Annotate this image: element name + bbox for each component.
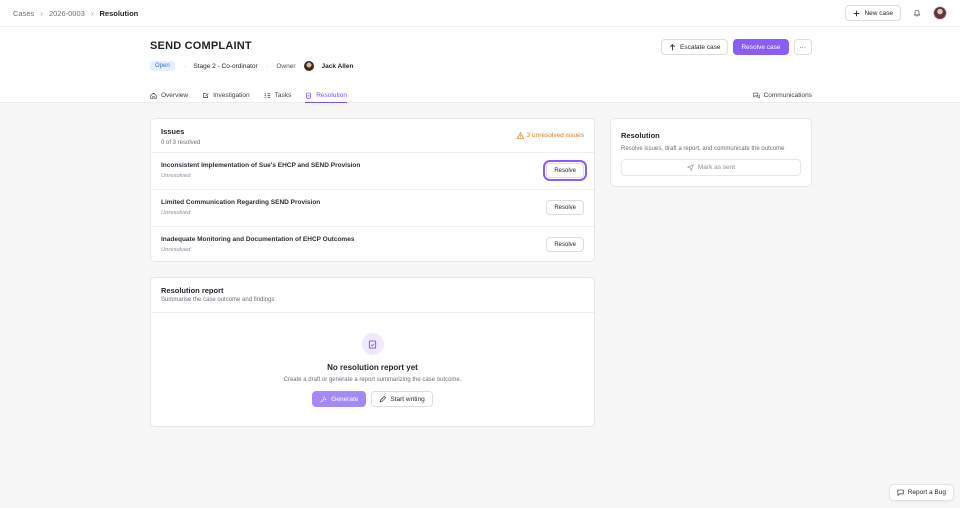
side-subtitle: Resolve issues, draft a report, and comm… — [621, 146, 785, 152]
tab-tasks-label: Tasks — [274, 92, 292, 99]
chat-icon — [752, 92, 760, 99]
edit-square-icon — [202, 92, 209, 99]
tab-investigation-label: Investigation — [213, 92, 250, 99]
status-badge: Open — [150, 61, 175, 71]
clipboard-icon — [305, 92, 312, 99]
generate-button[interactable]: Generate — [312, 391, 367, 407]
resolution-report-card: Resolution report Summarise the case out… — [150, 277, 595, 427]
tab-overview-label: Overview — [161, 92, 189, 99]
top-bar: Cases › 2026-0003 › Resolution New case — [0, 0, 960, 27]
report-subtitle: Summarise the case outcome and findings — [161, 297, 275, 303]
resolve-case-button[interactable]: Resolve case — [733, 39, 789, 55]
issue-title: Limited Communication Regarding SEND Pro… — [161, 199, 321, 206]
new-case-label: New case — [864, 9, 893, 17]
start-writing-button[interactable]: Start writing — [371, 391, 433, 407]
breadcrumb-current: Resolution — [99, 8, 139, 18]
more-options-button[interactable]: ··· — [793, 39, 812, 55]
pencil-icon — [379, 395, 387, 403]
tab-resolution[interactable]: Resolution — [305, 82, 347, 103]
issue-title: Inconsistent Implementation of Sue's EHC… — [161, 162, 361, 169]
issue-row: Inadequate Monitoring and Documentation … — [151, 226, 594, 263]
mark-as-sent-label: Mark as sent — [697, 164, 736, 171]
report-title: Resolution report — [161, 286, 224, 295]
send-icon — [686, 164, 694, 171]
side-title: Resolution — [621, 131, 660, 140]
separator-dot: · — [182, 61, 186, 71]
bell-icon[interactable] — [909, 5, 925, 21]
case-meta: Open · Stage 2 - Co-ordinator · Owner Ja… — [150, 61, 353, 71]
owner-name[interactable]: Jack Allen — [322, 63, 354, 70]
case-tabs: Overview Investigation Tasks Resolution … — [150, 82, 812, 103]
tab-overview[interactable]: Overview — [150, 82, 188, 103]
owner-label: Owner — [276, 62, 296, 70]
resolve-issue-button[interactable]: Resolve — [546, 200, 584, 215]
arrow-up-icon — [669, 43, 676, 51]
generate-label: Generate — [331, 395, 359, 403]
new-case-button[interactable]: New case — [845, 5, 901, 21]
issue-status: Unresolved — [161, 247, 191, 253]
document-check-icon — [361, 333, 384, 355]
report-empty-state: No resolution report yet Create a draft … — [151, 312, 594, 426]
breadcrumb-cases[interactable]: Cases — [13, 9, 34, 18]
escalate-case-button[interactable]: Escalate case — [661, 39, 729, 55]
plus-icon — [853, 10, 860, 17]
list-checks-icon — [264, 92, 271, 99]
case-header: SEND COMPLAINT Open · Stage 2 - Co-ordin… — [0, 27, 960, 103]
chat-bubble-icon — [897, 489, 904, 496]
breadcrumb-case-id[interactable]: 2026-0003 — [49, 9, 85, 18]
unresolved-warning: 3 unresolved issues — [516, 132, 584, 139]
escalate-label: Escalate case — [680, 43, 721, 51]
issue-row: Limited Communication Regarding SEND Pro… — [151, 189, 594, 226]
empty-title: No resolution report yet — [327, 363, 418, 372]
separator-dot: · — [265, 61, 269, 71]
stage-label: Stage 2 - Co-ordinator — [193, 62, 258, 70]
tab-resolution-label: Resolution — [316, 91, 347, 99]
issues-card: Issues 0 of 3 resolved 3 unresolved issu… — [150, 118, 595, 262]
breadcrumb: Cases › 2026-0003 › Resolution — [13, 9, 138, 18]
user-avatar[interactable] — [933, 6, 947, 20]
start-writing-label: Start writing — [390, 395, 425, 403]
home-icon — [150, 92, 157, 99]
issues-subtitle: 0 of 3 resolved — [161, 140, 201, 146]
issue-row: Inconsistent Implementation of Sue's EHC… — [151, 152, 594, 189]
issue-status: Unresolved — [161, 173, 191, 179]
tab-tasks[interactable]: Tasks — [264, 82, 292, 103]
chevron-right-icon: › — [40, 8, 43, 18]
resolve-issue-button[interactable]: Resolve — [543, 160, 587, 181]
report-bug-label: Report a Bug — [907, 489, 946, 496]
owner-avatar — [303, 61, 314, 71]
tab-investigation[interactable]: Investigation — [202, 82, 250, 103]
issue-title: Inadequate Monitoring and Documentation … — [161, 236, 355, 243]
empty-subtitle: Create a draft or generate a report summ… — [283, 377, 462, 383]
tab-communications[interactable]: Communications — [752, 82, 812, 103]
page-title: SEND COMPLAINT — [150, 40, 252, 52]
resolution-side-card: Resolution Resolve issues, draft a repor… — [610, 118, 812, 187]
tab-communications-label: Communications — [763, 92, 812, 99]
warning-triangle-icon — [516, 132, 524, 139]
issue-status: Unresolved — [161, 210, 191, 216]
sparkle-icon — [320, 396, 327, 403]
chevron-right-icon: › — [90, 8, 94, 18]
unresolved-warning-label: 3 unresolved issues — [526, 132, 584, 139]
resolve-issue-button[interactable]: Resolve — [546, 237, 584, 252]
report-bug-button[interactable]: Report a Bug — [888, 484, 954, 501]
mark-as-sent-button[interactable]: Mark as sent — [621, 159, 801, 176]
